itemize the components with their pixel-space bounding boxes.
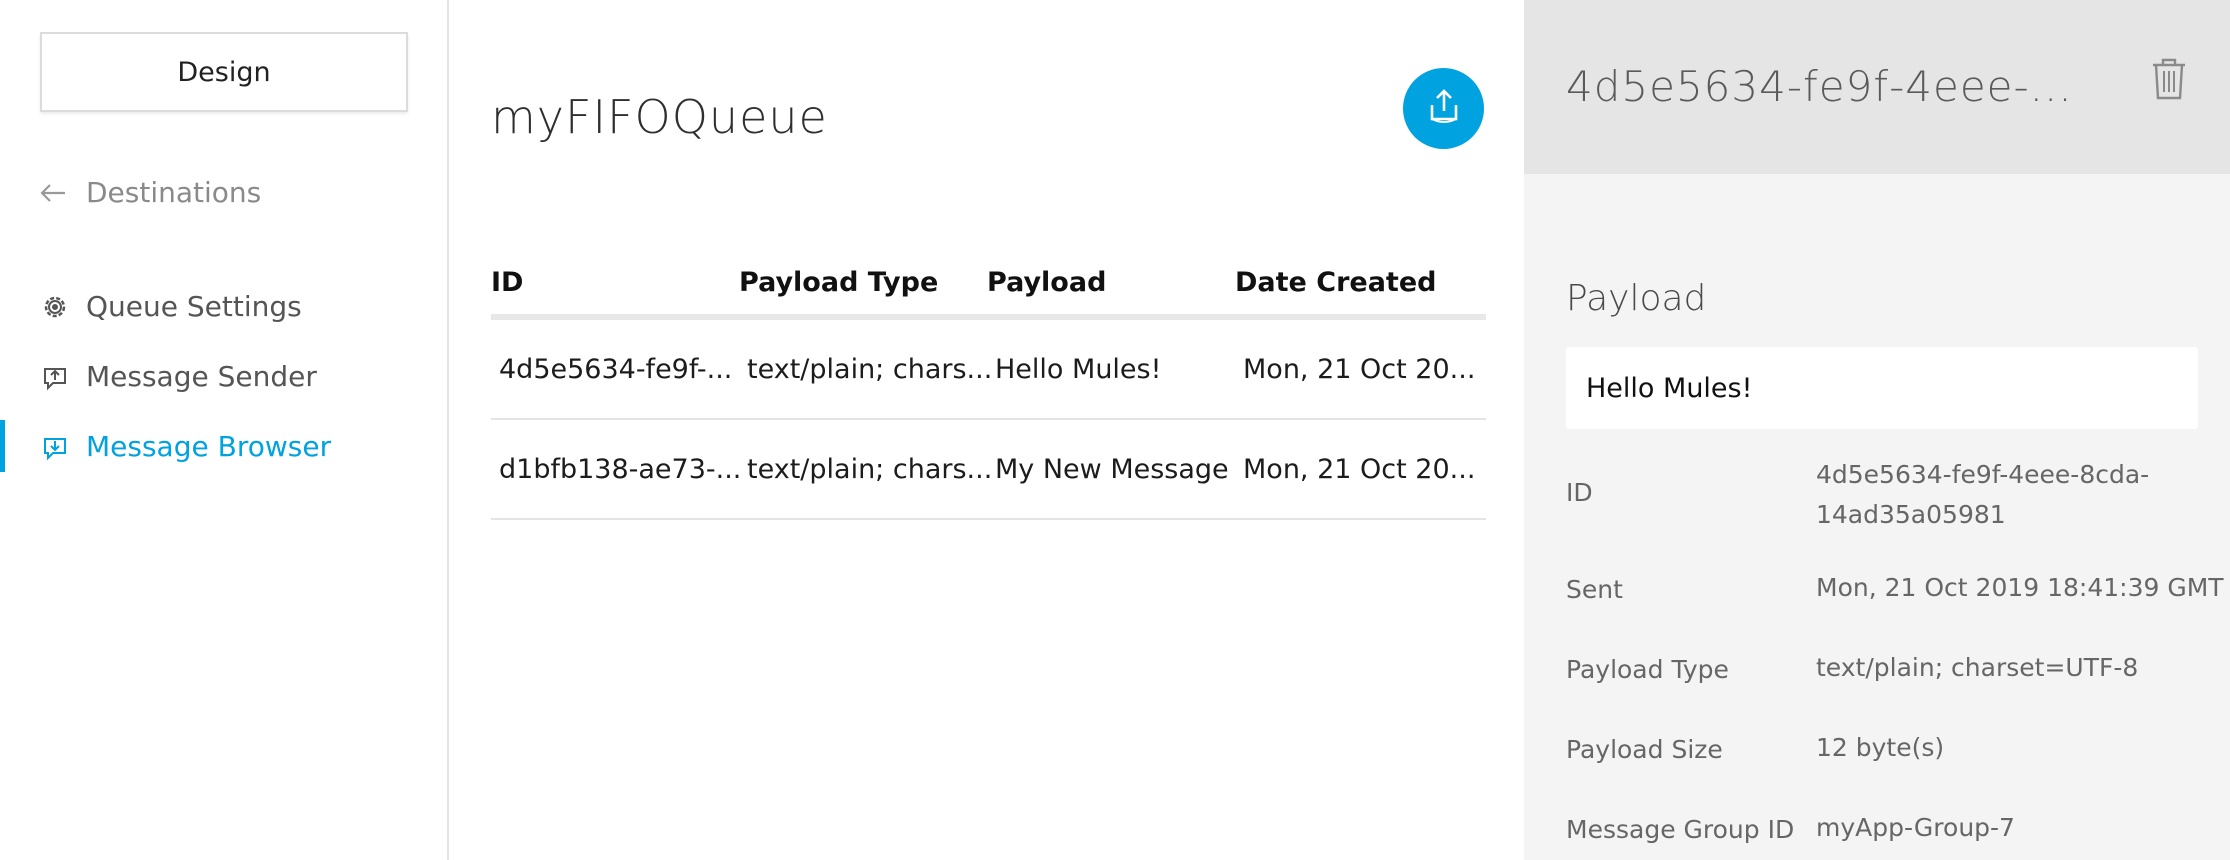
detail-value-payload-type: text/plain; charset=UTF-8 xyxy=(1816,653,2139,682)
sidebar-item-message-browser[interactable]: Message Browser xyxy=(40,430,331,463)
gear-icon xyxy=(40,292,70,322)
table-row[interactable]: d1bfb138-ae73-... text/plain; chars... M… xyxy=(491,420,1486,520)
sidebar: Design Destinations Queue Settings Messa… xyxy=(0,0,449,860)
messages-table: ID Payload Type Payload Date Created 4d5… xyxy=(491,250,1486,520)
sidebar-item-label: Message Browser xyxy=(86,430,332,463)
table-header: ID Payload Type Payload Date Created xyxy=(491,250,1486,320)
back-link-label: Destinations xyxy=(86,176,262,209)
table-cell-payload-type: text/plain; chars... xyxy=(747,353,993,385)
detail-value-id-line1: 4d5e5634-fe9f-4eee-8cda- xyxy=(1816,460,2150,489)
payload-value-box: Hello Mules! xyxy=(1566,347,2198,429)
detail-key-payload-type: Payload Type xyxy=(1566,655,1729,684)
page-title: myFIFOQueue xyxy=(491,90,828,144)
arrow-left-icon xyxy=(40,178,70,208)
main-content: myFIFOQueue ID Payload Type Payload Date… xyxy=(451,0,1524,860)
sidebar-item-queue-settings[interactable]: Queue Settings xyxy=(40,290,302,323)
sidebar-item-label: Queue Settings xyxy=(86,290,302,323)
trash-icon xyxy=(2149,58,2189,106)
table-cell-date-created: Mon, 21 Oct 20... xyxy=(1243,353,1476,385)
detail-key-payload-size: Payload Size xyxy=(1566,735,1723,764)
table-cell-payload-type: text/plain; chars... xyxy=(747,453,993,485)
detail-value-id: 4d5e5634-fe9f-4eee-8cda- 14ad35a05981 xyxy=(1816,455,2149,535)
column-header-id: ID xyxy=(491,266,524,298)
back-to-destinations-link[interactable]: Destinations xyxy=(40,176,261,209)
table-row[interactable]: 4d5e5634-fe9f-... text/plain; chars... H… xyxy=(491,320,1486,420)
table-cell-date-created: Mon, 21 Oct 20... xyxy=(1243,453,1476,485)
app: Design Destinations Queue Settings Messa… xyxy=(0,0,2230,860)
column-header-payload: Payload xyxy=(987,266,1107,298)
table-cell-id: d1bfb138-ae73-... xyxy=(499,453,742,485)
active-indicator xyxy=(0,420,5,472)
message-browse-icon xyxy=(40,432,70,462)
detail-value-payload-size: 12 byte(s) xyxy=(1816,733,1945,762)
table-cell-payload: My New Message xyxy=(995,453,1229,485)
detail-value-sent: Mon, 21 Oct 2019 18:41:39 GMT xyxy=(1816,573,2224,602)
detail-key-id: ID xyxy=(1566,478,1593,507)
detail-key-message-group-id: Message Group ID xyxy=(1566,815,1795,844)
details-header: 4d5e5634-fe9f-4eee-... xyxy=(1524,0,2230,174)
sidebar-item-label: Message Sender xyxy=(86,360,317,393)
message-send-icon xyxy=(40,362,70,392)
sidebar-item-message-sender[interactable]: Message Sender xyxy=(40,360,317,393)
design-button[interactable]: Design xyxy=(40,32,408,112)
detail-key-sent: Sent xyxy=(1566,575,1623,604)
upload-button[interactable] xyxy=(1403,68,1484,149)
details-title: 4d5e5634-fe9f-4eee-... xyxy=(1566,62,2073,111)
upload-icon xyxy=(1422,85,1466,133)
column-header-payload-type: Payload Type xyxy=(739,266,939,298)
detail-value-message-group-id: myApp-Group-7 xyxy=(1816,813,2015,842)
delete-button[interactable] xyxy=(2149,56,2189,102)
message-details-panel: 4d5e5634-fe9f-4eee-... Payload Hello Mul… xyxy=(1524,0,2230,860)
column-header-date-created: Date Created xyxy=(1235,266,1437,298)
detail-value-id-line2: 14ad35a05981 xyxy=(1816,500,2006,529)
table-cell-payload: Hello Mules! xyxy=(995,353,1162,385)
payload-section-label: Payload xyxy=(1566,278,1707,319)
table-cell-id: 4d5e5634-fe9f-... xyxy=(499,353,733,385)
